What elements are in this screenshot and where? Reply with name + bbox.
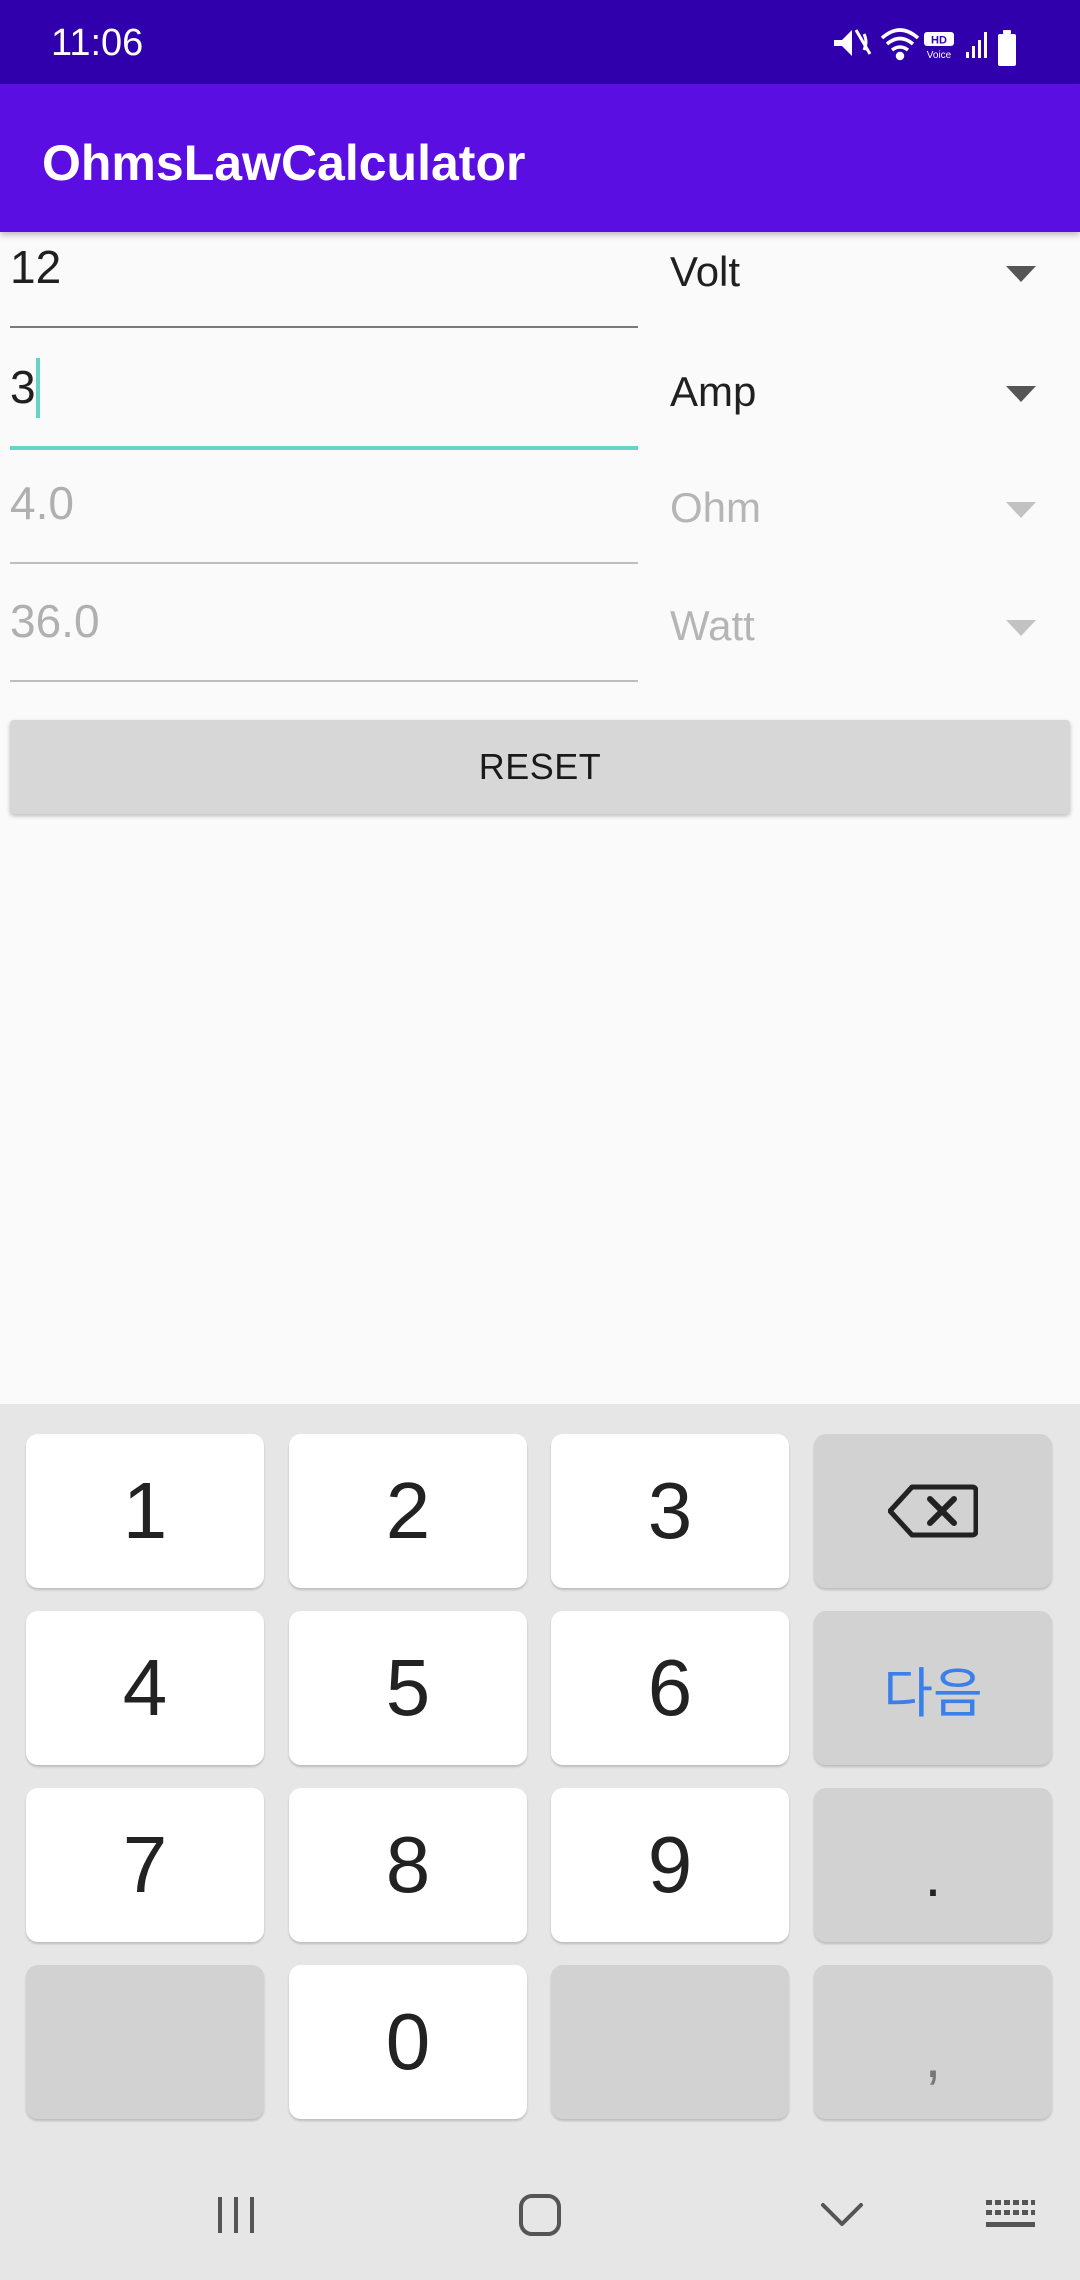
keyboard-switch-button[interactable] — [960, 2150, 1060, 2280]
text-cursor — [36, 358, 40, 418]
blank-key-right[interactable] — [551, 1965, 789, 2119]
dropdown-arrow-icon — [1006, 620, 1036, 636]
recent-apps-button[interactable] — [186, 2150, 286, 2280]
key-1[interactable]: 1 — [26, 1434, 264, 1588]
next-key[interactable]: 다음 — [814, 1611, 1052, 1765]
key-3[interactable]: 3 — [551, 1434, 789, 1588]
key-9[interactable]: 9 — [551, 1788, 789, 1942]
volt-unit-label: Volt — [670, 248, 741, 295]
key-8[interactable]: 8 — [289, 1788, 527, 1942]
home-button[interactable] — [490, 2150, 590, 2280]
battery-icon — [998, 30, 1016, 66]
home-icon — [519, 2194, 561, 2236]
hd-badge-text: HD — [931, 35, 947, 47]
key-7[interactable]: 7 — [26, 1788, 264, 1942]
key-5[interactable]: 5 — [289, 1611, 527, 1765]
ohm-row: 4.0 Ohm — [0, 446, 1080, 564]
status-time: 11:06 — [51, 22, 144, 64]
volt-input[interactable]: 12 — [10, 210, 638, 328]
key-4[interactable]: 4 — [26, 1611, 264, 1765]
dropdown-arrow-icon — [1006, 502, 1036, 518]
volt-row: 12 Volt — [0, 210, 1080, 328]
ohm-value: 4.0 — [10, 477, 74, 529]
status-icons: HD Voice — [820, 0, 1080, 84]
mute-icon — [834, 29, 872, 56]
signal-icon — [966, 32, 987, 58]
backspace-key[interactable] — [814, 1434, 1052, 1588]
key-0[interactable]: 0 — [289, 1965, 527, 2119]
amp-unit-spinner[interactable]: Amp — [656, 330, 1056, 448]
hide-keyboard-button[interactable] — [792, 2150, 892, 2280]
numeric-keyboard: 1 2 3 4 5 6 다음 7 8 9 . 0 , — [0, 1404, 1080, 2280]
volt-value: 12 — [10, 241, 62, 293]
wifi-icon — [880, 28, 920, 61]
ohm-unit-label: Ohm — [670, 484, 762, 531]
amp-value: 3 — [10, 361, 36, 413]
app-title: OhmsLawCalculator — [42, 135, 526, 191]
watt-unit-spinner[interactable]: Watt — [656, 564, 1056, 682]
key-6[interactable]: 6 — [551, 1611, 789, 1765]
amp-unit-label: Amp — [670, 368, 757, 415]
watt-input[interactable]: 36.0 — [10, 564, 638, 682]
key-2[interactable]: 2 — [289, 1434, 527, 1588]
status-bar: 11:06 HD Voice — [0, 0, 1080, 84]
volt-underline — [10, 326, 638, 328]
backspace-icon — [888, 1484, 978, 1538]
volt-unit-spinner[interactable]: Volt — [656, 210, 1056, 328]
ohm-unit-spinner[interactable]: Ohm — [656, 446, 1056, 564]
comma-key[interactable]: , — [814, 1965, 1052, 2119]
dropdown-arrow-icon — [1006, 386, 1036, 402]
dot-key[interactable]: . — [814, 1788, 1052, 1942]
blank-key-left[interactable] — [26, 1965, 264, 2119]
keyboard-icon — [986, 2200, 1035, 2227]
watt-unit-label: Watt — [670, 602, 755, 649]
navigation-bar — [0, 2150, 1080, 2280]
hd-voice-icon: HD Voice — [924, 32, 954, 61]
voice-label-text: Voice — [927, 50, 952, 61]
dropdown-arrow-icon — [1006, 266, 1036, 282]
watt-row: 36.0 Watt — [0, 564, 1080, 682]
reset-button[interactable]: RESET — [10, 720, 1070, 814]
chevron-down-icon — [821, 2203, 863, 2226]
watt-underline — [10, 680, 638, 682]
ohm-input[interactable]: 4.0 — [10, 446, 638, 564]
amp-row: 3 Amp — [0, 330, 1080, 450]
recent-apps-icon — [218, 2197, 254, 2233]
watt-value: 36.0 — [10, 595, 100, 647]
amp-input[interactable]: 3 — [10, 330, 638, 450]
